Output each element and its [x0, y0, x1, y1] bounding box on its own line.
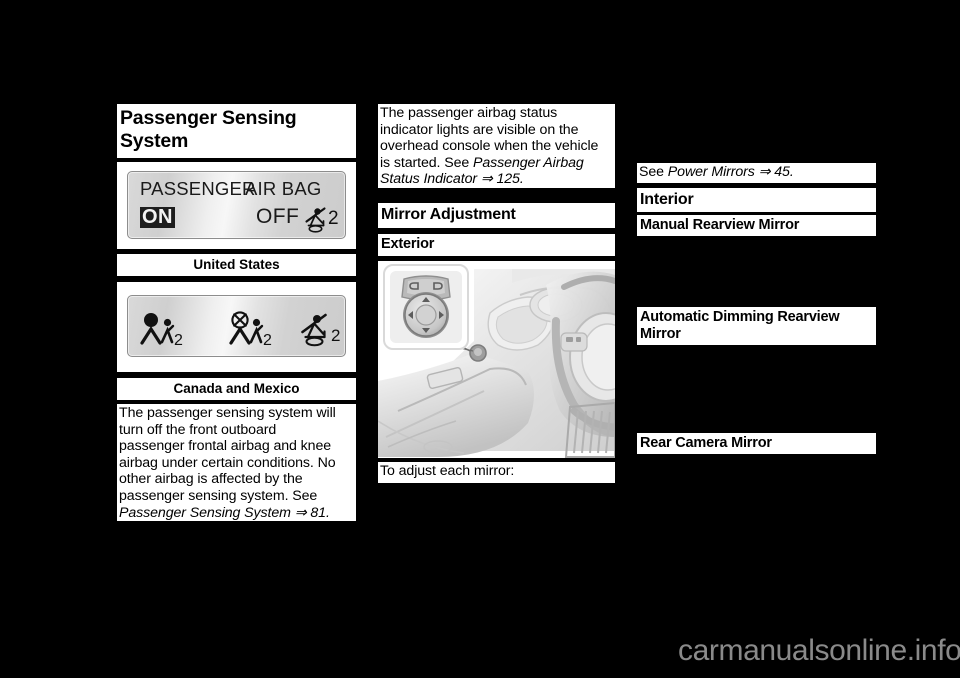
heading-manual-rearview-mirror: Manual Rearview Mirror	[637, 215, 876, 236]
heading-rear-camera-mirror-text: Rear Camera Mirror	[640, 435, 772, 451]
figure-airbag-indicator-us: PASSENGER AIR BAG ON OFF 2	[117, 162, 356, 249]
para-line-1: The passenger sensing system will	[119, 405, 336, 421]
caption-united-states: United States	[117, 254, 356, 276]
cross-reference-page: 81.	[310, 504, 330, 521]
see-power-mirrors-reference[interactable]: See Power Mirrors ⇒ 45.	[637, 163, 876, 183]
subheading-exterior-text: Exterior	[381, 236, 435, 252]
airbag-indicator-canada-mexico-graphic: 2 2 2	[127, 295, 346, 357]
c2-cross-reference[interactable]: Status Indicator ⇒ 125.	[380, 171, 613, 188]
heading-manual-rearview-mirror-text: Manual Rearview Mirror	[640, 217, 800, 233]
heading-interior-text: Interior	[640, 191, 694, 208]
svg-text:2: 2	[263, 332, 272, 349]
figure-airbag-indicator-canada-mexico: 2 2 2	[117, 282, 356, 372]
c2-cross-reference-page: 125.	[496, 171, 524, 188]
c2-para-line-4: is started. See Passenger Airbag	[380, 155, 613, 172]
occupant-count-cm-3: 2	[331, 326, 341, 345]
c2-cross-reference-title-1: Passenger Airbag	[473, 154, 584, 171]
see-arrow-icon: ⇒	[758, 164, 771, 180]
subheading-exterior: Exterior	[378, 234, 615, 256]
watermark-text: carmanualsonline.info	[678, 634, 960, 667]
c2-para-line-1: The passenger airbag status	[380, 105, 558, 121]
child-seat-restricted-icon	[305, 207, 326, 233]
para-line-2: turn off the front outboard	[119, 421, 277, 438]
c2-para-line-3: overhead console when the vehicle	[380, 138, 599, 155]
adult-child-icon: 2	[140, 313, 183, 348]
c2-para-line-4-text: is started. See	[380, 154, 474, 171]
manual-page: Passenger Sensing System PASSENGER AIR B…	[0, 0, 960, 678]
child-seat-restricted-icon-2	[301, 313, 327, 347]
airbag-status-indicator-paragraph: The passenger airbag status indicator li…	[378, 104, 615, 188]
see-prefix: See	[639, 164, 668, 180]
page-title-text: Passenger Sensing System	[120, 107, 297, 152]
caption-united-states-text: United States	[193, 257, 280, 272]
occupant-count-us: 2	[328, 208, 339, 229]
c2-cross-reference-arrow-icon: ⇒	[480, 171, 493, 188]
c2-para-line-2: indicator lights are visible on the	[380, 121, 579, 138]
figure-exterior-mirror-control	[378, 261, 615, 458]
cross-reference-arrow-icon: ⇒	[294, 504, 307, 521]
mirror-control-photo	[378, 261, 615, 458]
para-line-5: other airbag is affected by the	[119, 471, 303, 488]
heading-interior: Interior	[637, 188, 876, 212]
cross-reference-passenger-sensing[interactable]: Passenger Sensing System ⇒ 81.	[119, 505, 354, 522]
para-line-4: airbag under certain conditions. No	[119, 454, 336, 471]
airbag-status-on: ON	[140, 206, 175, 228]
airbag-status-off: OFF	[256, 205, 300, 228]
heading-mirror-adjustment: Mirror Adjustment	[378, 203, 615, 228]
cross-reference-title: Passenger Sensing System	[119, 504, 291, 521]
heading-automatic-dimming-rearview-mirror: Automatic Dimming Rearview Mirror	[637, 307, 876, 345]
heading-automatic-dimming-rearview-mirror-text: Automatic Dimming Rearview Mirror	[640, 309, 840, 342]
passenger-sensing-paragraph: The passenger sensing system will turn o…	[117, 404, 356, 521]
adjust-mirror-instruction: To adjust each mirror:	[378, 462, 615, 483]
see-power-mirrors-title: Power Mirrors	[667, 164, 755, 180]
para-line-3: passenger frontal airbag and knee	[119, 438, 332, 455]
svg-text:2: 2	[174, 332, 183, 348]
c2-cross-reference-title-2: Status Indicator	[380, 171, 477, 188]
heading-mirror-adjustment-text: Mirror Adjustment	[381, 206, 516, 223]
adjust-mirror-instruction-text: To adjust each mirror:	[380, 463, 515, 479]
adult-child-restricted-icon: 2	[229, 311, 272, 349]
caption-canada-mexico: Canada and Mexico	[117, 378, 356, 400]
para-line-6: passenger sensing system. See	[119, 487, 318, 504]
page-title: Passenger Sensing System	[117, 104, 356, 158]
passenger-label: PASSENGER	[140, 178, 256, 199]
airbag-indicator-us-graphic: PASSENGER AIR BAG ON OFF 2	[127, 171, 346, 239]
airbag-label: AIR BAG	[245, 178, 322, 199]
see-power-mirrors-page: 45.	[774, 164, 794, 180]
caption-canada-mexico-text: Canada and Mexico	[173, 381, 300, 396]
heading-rear-camera-mirror: Rear Camera Mirror	[637, 433, 876, 454]
